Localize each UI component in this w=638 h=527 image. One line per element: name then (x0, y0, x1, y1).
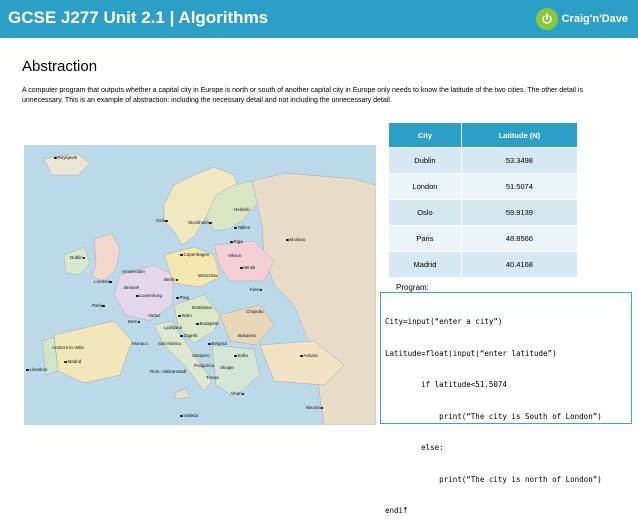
table-cell-city: Dublin (388, 147, 462, 174)
map-label-wien: Wien (178, 313, 192, 318)
map-label-berlin: Berlin (164, 277, 179, 282)
europe-map: Reykjavík Oslo Stockholm Helsinki Tallin… (24, 145, 376, 425)
map-label-dublin: Dublin (70, 255, 86, 260)
map-label-bruessel: Brüssel (124, 285, 140, 290)
table-cell-city: Oslo (388, 199, 462, 226)
map-label-monaco: Monaco (132, 341, 149, 346)
table-row: Dublin 53.3498 (388, 147, 579, 174)
column-header-city: City (388, 122, 462, 148)
code-line: print(“The city is north of London”) (385, 474, 602, 484)
table-header-row: City Latitude (N) (388, 122, 579, 148)
map-label-valletta: Valletta (180, 413, 198, 418)
table-cell-city: Paris (388, 225, 462, 252)
map-label-bukarest: Bukarest (238, 333, 256, 338)
map-label-prag: Prag (176, 295, 189, 300)
table-cell-latitude: 59.9139 (460, 199, 579, 226)
map-label-helsinki: Helsinki (234, 207, 250, 212)
table-row: London 51.5074 (388, 173, 579, 200)
map-label-minsk: Minsk (240, 265, 255, 270)
code-line: endif (385, 506, 408, 515)
map-label-sarajevo: Sarajevo (192, 353, 210, 358)
map-label-tallinn: Tallinn (234, 225, 250, 230)
map-label-andorra: Andorra la Vella (52, 345, 84, 350)
map-label-amsterdam: Amsterdam (122, 269, 146, 274)
table-cell-city: Madrid (388, 251, 462, 278)
logo-text: Craig'n'Dave (561, 13, 628, 25)
map-label-bratislava: Bratislava (192, 305, 212, 310)
map-label-rom: Rom, Vatikanstadt (150, 369, 187, 374)
program-code-box: City=input(“enter a city”) Latitude=floa… (380, 292, 632, 515)
map-label-nikosia: Nikosia (306, 405, 324, 410)
code-line: City=input(“enter a city”) (385, 317, 503, 326)
map-label-paris: Paris (92, 303, 106, 308)
map-label-tirana: Tirana (206, 375, 219, 380)
europe-map-graphic (24, 145, 376, 425)
map-label-athen: Athen (230, 391, 245, 396)
map-label-zagreb: Zagreb (180, 333, 198, 338)
map-label-san-marino: San Marino (158, 341, 182, 346)
table-cell-latitude: 53.3498 (460, 147, 579, 174)
map-label-bern: Bern (128, 319, 141, 324)
map-label-madrid: Madrid (64, 359, 81, 364)
table-row: Paris 48.8566 (388, 225, 579, 252)
map-label-podgorica: Podgorica (194, 363, 215, 368)
table-cell-city: London (388, 173, 462, 200)
map-label-copenhagen: Copenhagen (180, 252, 209, 257)
description-text: A computer program that outputs whether … (22, 87, 583, 104)
map-label-reykjavik: Reykjavík (54, 155, 77, 160)
power-icon (535, 8, 558, 30)
map-label-belgrad: Belgrad (208, 341, 227, 346)
table-cell-latitude: 51.5074 (460, 173, 579, 200)
map-label-skopje: Skopje (220, 365, 234, 370)
code-line: print(“The city is South of London”) (385, 411, 602, 421)
map-label-budapest: Budapest (196, 321, 219, 326)
map-label-london: London (94, 279, 113, 284)
code-line: else: (385, 443, 444, 452)
map-label-stockholm: Stockholm (188, 220, 213, 225)
header-title: GCSE J277 Unit 2.1 | Algorithms (8, 8, 269, 27)
map-label-chisinau: Chişinău (246, 309, 264, 314)
program-label: Program: (396, 283, 429, 292)
map-label-sofia: Sofia (234, 353, 248, 358)
table-row: Oslo 59.9139 (388, 199, 579, 226)
latitude-table: City Latitude (N) Dublin 53.3498 London … (388, 122, 579, 278)
table-row: Madrid 40.4168 (388, 251, 579, 278)
map-label-ljubljana: Ljubljana (164, 325, 183, 330)
map-label-ankara: Ankara (300, 353, 318, 358)
map-label-vaduz: Vaduz (148, 313, 161, 318)
craig-n-dave-logo: Craig'n'Dave (535, 7, 628, 31)
map-label-kiew: Kiew (250, 287, 263, 292)
code-line: Latitude=float(input(“enter latitude”) (385, 348, 557, 358)
map-label-vilnius: Vilnius (228, 253, 242, 258)
map-label-luxemburg: Luxemburg (136, 293, 162, 298)
code-line: if latitude<51.5074 (385, 380, 507, 389)
table-cell-latitude: 40.4168 (460, 251, 579, 278)
map-label-oslo: Oslo (156, 218, 169, 223)
map-label-riga: Riga (230, 239, 243, 244)
map-label-moskau: Moskau (286, 237, 305, 242)
column-header-latitude: Latitude (N) (460, 122, 579, 148)
page-title: Abstraction (22, 58, 98, 75)
table-cell-latitude: 48.8566 (460, 225, 579, 252)
map-label-lissabon: Lissabon (26, 367, 48, 372)
header-bar: GCSE J277 Unit 2.1 | Algorithms Craig'n'… (0, 0, 638, 38)
map-label-warschau: Warschau (198, 273, 219, 278)
